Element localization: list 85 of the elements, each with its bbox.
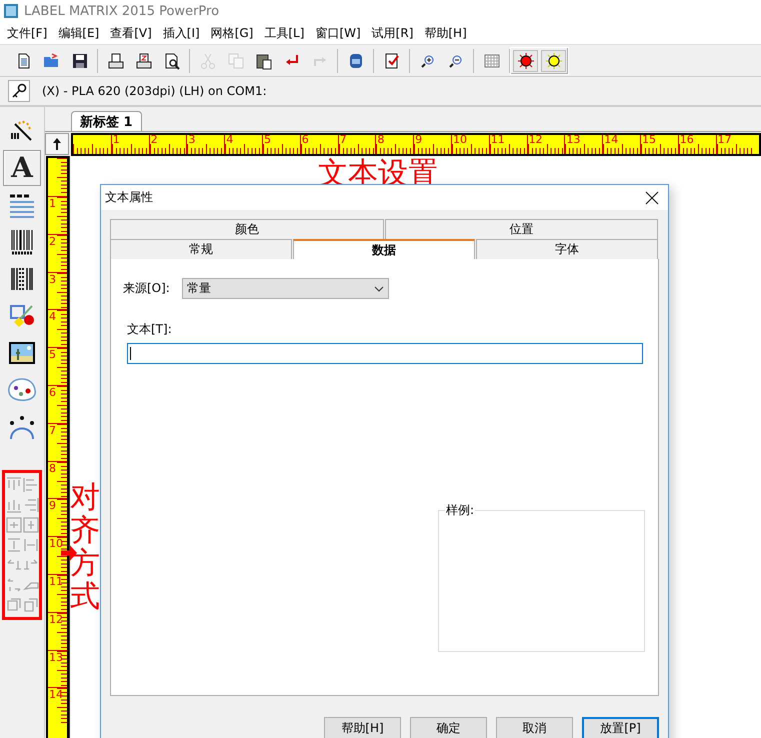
- window-title: LABEL MATRIX 2015 PowerPro: [24, 4, 220, 18]
- dialog-tab[interactable]: 常规: [110, 239, 292, 259]
- ruler-number: 14: [604, 135, 618, 145]
- toolbar-button[interactable]: [541, 50, 566, 72]
- printer-setup-icon[interactable]: [134, 52, 152, 70]
- ruler-number: 12: [528, 135, 543, 145]
- checklist-icon[interactable]: [382, 52, 400, 70]
- printer-label: (X) - PLA 620 (203dpi) (LH) on COM1:: [42, 84, 267, 98]
- starburst-icon: [544, 52, 562, 70]
- text-tool-button[interactable]: A: [3, 150, 41, 186]
- arc-text-icon: [7, 414, 37, 440]
- printer-icon[interactable]: [106, 52, 124, 70]
- menu-item[interactable]: 帮助[H]: [419, 24, 473, 42]
- dialog-button[interactable]: 取消: [496, 717, 573, 738]
- toolbar-button[interactable]: [513, 50, 538, 72]
- ruler-number: 3: [49, 274, 56, 285]
- group-label: 样例:: [445, 502, 476, 519]
- ruler-number: 6: [302, 135, 309, 145]
- menu-item[interactable]: 查看[V]: [105, 24, 158, 42]
- menu-item[interactable]: 工具[L]: [259, 24, 310, 42]
- menu-item[interactable]: 窗口[W]: [310, 24, 367, 42]
- ruler-number: 10: [452, 135, 467, 145]
- ruler-number: 13: [566, 135, 580, 145]
- chevron-down-icon: [374, 286, 384, 292]
- dialog-button[interactable]: 帮助[H]: [324, 717, 401, 738]
- ruler-number: 7: [49, 424, 56, 436]
- ruler-number: 3: [188, 135, 196, 145]
- ruler-number: 1: [49, 198, 56, 209]
- ruler-number: 7: [340, 135, 347, 145]
- ruler-number: 2: [49, 236, 56, 247]
- ruler-number: 12: [49, 614, 63, 625]
- printer-settings-button[interactable]: [8, 80, 30, 102]
- clipboard-icon[interactable]: [254, 52, 272, 70]
- annotation-text: 对齐方式: [70, 481, 100, 613]
- stacked-barcode-icon: [9, 266, 35, 292]
- ruler-number: 13: [49, 652, 63, 663]
- ruler-number: 4: [49, 311, 56, 322]
- menu-item[interactable]: 试用[R]: [366, 24, 420, 42]
- ruler-number: 5: [264, 135, 271, 145]
- key-icon: [11, 83, 27, 99]
- ruler-number: 9: [415, 135, 422, 145]
- print-preview-icon[interactable]: [162, 52, 180, 70]
- source-dropdown[interactable]: 常量: [182, 278, 389, 299]
- letter-icon: A: [11, 154, 33, 182]
- ruler-number: 15: [642, 135, 656, 145]
- dialog-tab[interactable]: 颜色: [110, 219, 384, 239]
- dialog-button[interactable]: 确定: [410, 717, 487, 738]
- up-arrow-icon: [52, 137, 62, 151]
- ruler-number: 4: [226, 135, 234, 145]
- ruler-number: 17: [718, 135, 732, 145]
- menu-item[interactable]: 编辑[E]: [53, 24, 106, 42]
- indicator-light-icon: [516, 52, 534, 70]
- text-input-field[interactable]: [127, 343, 643, 364]
- grid-icon[interactable]: [482, 52, 500, 70]
- ruler-number: 1: [112, 135, 120, 145]
- barcode-icon: [9, 228, 35, 256]
- ruler-number: 9: [49, 500, 56, 512]
- dialog-tab[interactable]: 位置: [384, 219, 658, 239]
- document-tab[interactable]: 新标签 1: [71, 111, 142, 131]
- field-label: 来源[O]:: [123, 280, 170, 297]
- ruler-number: 11: [490, 135, 505, 145]
- menu-item[interactable]: 插入[I]: [158, 24, 206, 42]
- ruler-corner-button[interactable]: [45, 133, 69, 155]
- dialog-title: 文本属性: [105, 189, 153, 206]
- ruler-number: 5: [49, 349, 56, 360]
- ruler-number: 14: [49, 689, 63, 700]
- paragraph-icon: [8, 192, 36, 218]
- field-label: 文本[T]:: [127, 321, 173, 338]
- dialog-button[interactable]: 放置[P]: [582, 717, 659, 738]
- menu-item[interactable]: 网格[G]: [206, 24, 260, 42]
- shapes-icon: [8, 303, 36, 329]
- app-logo-icon: [4, 4, 18, 18]
- ruler-number: 8: [49, 462, 56, 474]
- dialog-tab[interactable]: 字体: [476, 239, 658, 259]
- dialog-tab[interactable]: 数据: [293, 239, 475, 259]
- image-icon: [8, 341, 36, 365]
- ruler-number: 2: [150, 135, 158, 145]
- ruler-number: 6: [49, 386, 56, 398]
- folder-icon[interactable]: [42, 52, 60, 70]
- ruler-number: 8: [377, 135, 384, 145]
- ruler-number: 11: [49, 576, 63, 587]
- menu-item[interactable]: 文件[F]: [2, 24, 54, 42]
- palette-icon: [7, 377, 37, 403]
- ruler-number: 16: [680, 135, 694, 145]
- ruler-number: 10: [49, 538, 63, 550]
